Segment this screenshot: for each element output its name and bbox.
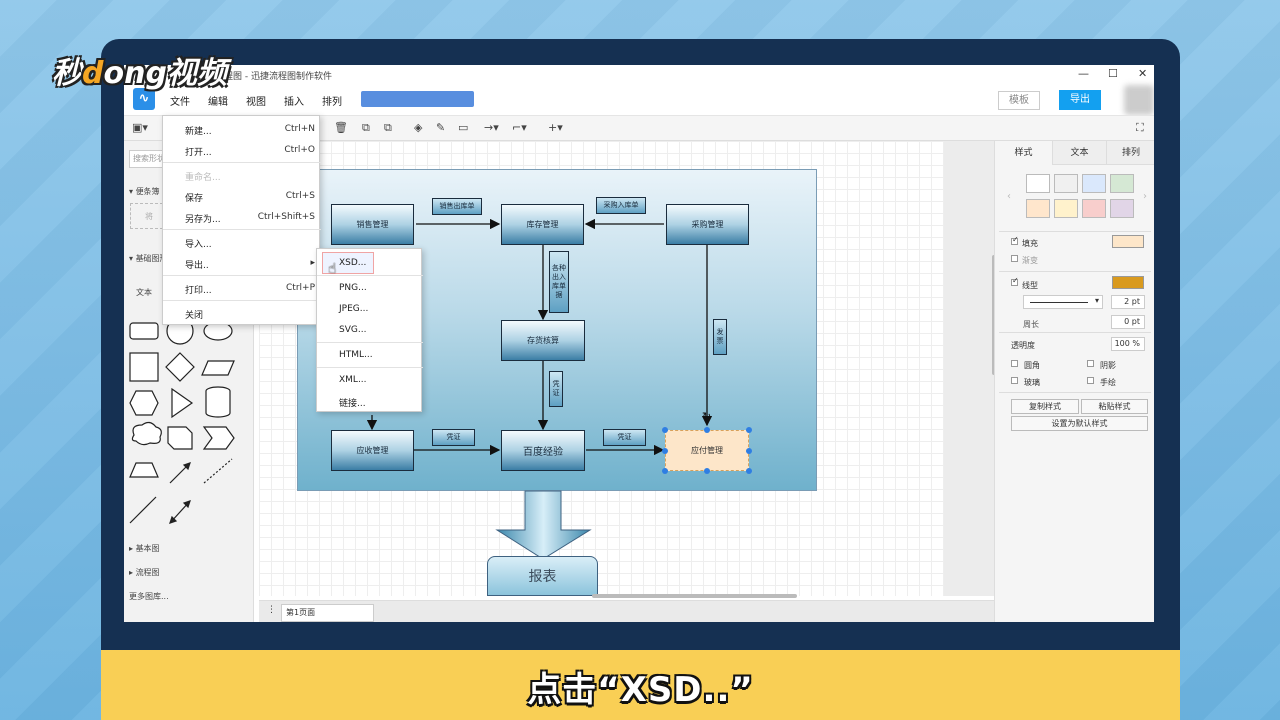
export-svg-item[interactable]: SVG... xyxy=(317,320,423,340)
node-report[interactable]: 报表 xyxy=(487,556,598,596)
file-menu-dropdown: 新建... Ctrl+N 打开... Ctrl+O 重命名... 保存 Ctrl+S … xyxy=(162,115,321,325)
copy-style-button[interactable]: 复制样式 xyxy=(1011,399,1079,414)
label-invoice[interactable]: 发票 xyxy=(713,319,727,355)
node-accounting[interactable]: 存货核算 xyxy=(501,320,585,361)
selection-handle[interactable] xyxy=(662,468,668,474)
swatch[interactable] xyxy=(1082,174,1106,193)
divider xyxy=(999,332,1151,333)
menu-divider xyxy=(163,275,321,276)
selection-handle[interactable] xyxy=(746,468,752,474)
selection-handle[interactable] xyxy=(662,448,668,454)
opacity-input[interactable]: 100 % xyxy=(1111,337,1145,351)
line-width-input[interactable]: 2 pt xyxy=(1111,295,1145,309)
menu-item-open[interactable]: 打开... Ctrl+O xyxy=(163,140,321,160)
menu-item-import[interactable]: 导入... xyxy=(163,232,321,252)
menu-item-new[interactable]: 新建... Ctrl+N xyxy=(163,119,321,139)
perimeter-input[interactable]: 0 pt xyxy=(1111,315,1145,329)
divider xyxy=(999,231,1151,232)
shadow-checkbox[interactable] xyxy=(1087,360,1094,367)
fill-checkbox[interactable] xyxy=(1011,235,1019,245)
gradient-checkbox[interactable] xyxy=(1011,255,1018,262)
swatch[interactable] xyxy=(1110,199,1134,218)
rounded-checkbox[interactable] xyxy=(1011,360,1018,367)
menu-divider xyxy=(163,300,321,301)
tab-arrange[interactable]: 排列 xyxy=(1107,141,1154,165)
hand-cursor-icon: ☝ xyxy=(328,261,337,277)
swatch-prev-icon[interactable]: ‹ xyxy=(1007,191,1011,202)
export-html-item[interactable]: HTML... xyxy=(317,345,423,365)
swatch[interactable] xyxy=(1054,174,1078,193)
video-logo: 秒dong视频 xyxy=(52,56,227,91)
set-default-style-button[interactable]: 设置为默认样式 xyxy=(1011,416,1148,431)
node-inventory[interactable]: 库存管理 xyxy=(501,204,584,245)
selection-handle[interactable] xyxy=(704,468,710,474)
rotate-handle-icon[interactable]: ↻ xyxy=(702,410,711,423)
label-purchase-order[interactable]: 采购入库单 xyxy=(596,197,646,214)
menu-item-save[interactable]: 保存 Ctrl+S xyxy=(163,186,321,206)
selection-handle[interactable] xyxy=(746,448,752,454)
tab-text[interactable]: 文本 xyxy=(1053,141,1107,165)
menu-item-rename: 重命名... xyxy=(185,173,221,183)
menu-divider xyxy=(163,229,321,230)
label-io-docs[interactable]: 各种出入库单据 xyxy=(549,251,569,313)
menu-divider xyxy=(317,342,423,343)
line-label: 线型 xyxy=(1022,281,1038,290)
tab-style[interactable]: 样式 xyxy=(995,141,1053,165)
paste-style-button[interactable]: 粘贴样式 xyxy=(1081,399,1148,414)
menu-divider xyxy=(317,367,423,368)
selection-handle[interactable] xyxy=(662,427,668,433)
node-baidu[interactable]: 百度经验 xyxy=(501,430,585,471)
node-sales[interactable]: 销售管理 xyxy=(331,204,414,245)
divider xyxy=(999,271,1151,272)
page-tabs-bar: ⋮ 第1页面 xyxy=(259,600,994,622)
pages-menu-icon[interactable]: ⋮ xyxy=(267,605,276,615)
export-link-item[interactable]: 链接... xyxy=(317,391,423,411)
gradient-label: 渐变 xyxy=(1022,256,1038,265)
menu-item-export[interactable]: 导出.. ▸ xyxy=(163,253,321,273)
glass-checkbox[interactable] xyxy=(1011,377,1018,384)
line-pattern-select[interactable]: ▾ xyxy=(1023,295,1103,309)
menu-item-print[interactable]: 打印... Ctrl+P xyxy=(163,278,321,298)
swatch[interactable] xyxy=(1110,174,1134,193)
line-checkbox[interactable] xyxy=(1011,276,1019,286)
label-sales-order[interactable]: 销售出库单 xyxy=(432,198,482,215)
fill-label: 填充 xyxy=(1022,239,1038,248)
label-voucher-vertical[interactable]: 凭证 xyxy=(549,371,563,407)
menu-item-close[interactable]: 关闭 xyxy=(163,303,321,323)
divider xyxy=(999,392,1151,393)
label-voucher-right[interactable]: 凭证 xyxy=(603,429,646,446)
sketch-label: 手绘 xyxy=(1100,378,1116,387)
line-color-picker[interactable] xyxy=(1112,276,1144,289)
horizontal-scrollbar[interactable] xyxy=(592,594,797,598)
shadow-label: 阴影 xyxy=(1100,361,1116,370)
node-receivable[interactable]: 应收管理 xyxy=(331,430,414,471)
menu-item-save-as[interactable]: 另存为... Ctrl+Shift+S xyxy=(163,207,321,227)
selection-handle[interactable] xyxy=(704,427,710,433)
node-payable[interactable]: 应付管理 xyxy=(665,430,749,471)
swatch[interactable] xyxy=(1082,199,1106,218)
rounded-label: 圆角 xyxy=(1024,361,1040,370)
export-png-item[interactable]: PNG... xyxy=(317,278,423,298)
swatch[interactable] xyxy=(1026,174,1050,193)
opacity-label: 透明度 xyxy=(1011,341,1035,350)
format-panel: 样式 文本 排列 ‹ › 填充 渐变 线型 ▾ 2 pt 周长 0 pt 透明度… xyxy=(994,141,1154,622)
page-tab-1[interactable]: 第1页面 xyxy=(281,604,374,622)
sketch-checkbox[interactable] xyxy=(1087,377,1094,384)
swatch-next-icon[interactable]: › xyxy=(1143,191,1147,202)
glass-label: 玻璃 xyxy=(1024,378,1040,387)
caption-text: 点击“XSD..” xyxy=(527,670,754,710)
swatch[interactable] xyxy=(1054,199,1078,218)
fill-color-picker[interactable] xyxy=(1112,235,1144,248)
swatch[interactable] xyxy=(1026,199,1050,218)
perimeter-label: 周长 xyxy=(1023,320,1039,329)
selection-handle[interactable] xyxy=(746,427,752,433)
menu-divider xyxy=(163,162,321,163)
export-jpeg-item[interactable]: JPEG... xyxy=(317,299,423,319)
export-xml-item[interactable]: XML... xyxy=(317,370,423,390)
label-voucher-left[interactable]: 凭证 xyxy=(432,429,475,446)
node-purchase[interactable]: 采购管理 xyxy=(666,204,749,245)
